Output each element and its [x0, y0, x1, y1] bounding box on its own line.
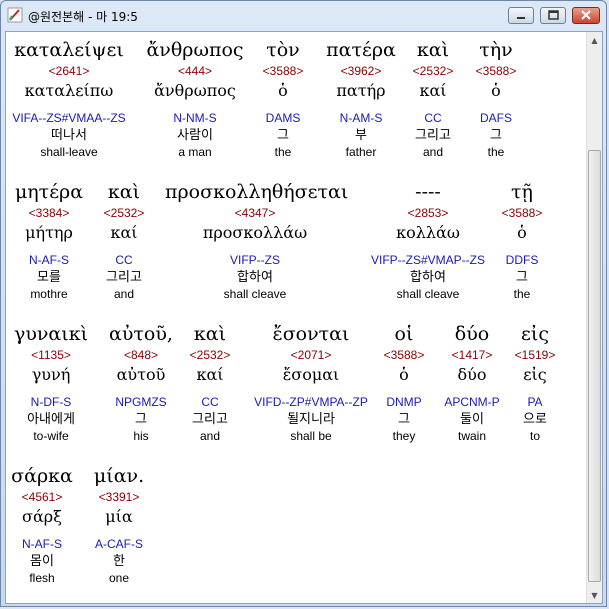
parsing: DAFS	[479, 111, 512, 125]
word-block[interactable]: τῇ <3588> ὁ DDFS 그 the	[432, 180, 602, 301]
greek: προσκολληθήσεται	[165, 181, 349, 203]
scroll-down-arrow-icon[interactable]: ▼	[587, 587, 602, 603]
maximize-icon	[548, 10, 559, 20]
parsing: VIFP--ZS	[230, 253, 280, 267]
close-icon	[581, 10, 591, 20]
parsing: PA	[527, 395, 543, 409]
english-gloss: the	[513, 287, 531, 301]
strong-number: <1519>	[514, 348, 556, 362]
lemma: ὁ	[517, 223, 527, 242]
parsing: A-CAF-S	[95, 537, 143, 551]
strong-number: <3588>	[501, 206, 543, 220]
strong-number: <3391>	[98, 490, 140, 504]
lemma: μία	[105, 507, 133, 526]
english-gloss: one	[108, 571, 130, 585]
minimize-icon	[517, 17, 525, 19]
lemma: εἰς	[523, 365, 547, 384]
lemma: ὁ	[491, 81, 501, 100]
word-block[interactable]: προσκολληθήσεται <4347> προσκολλάω VIFP--ZS…	[165, 180, 349, 301]
app-window: @원전본해 - 마 19:5 καταλείψει <2641> καταλείπω…	[0, 0, 607, 607]
strong-number: <3588>	[475, 64, 517, 78]
english-gloss: the	[487, 145, 505, 159]
korean-gloss: 합하여	[237, 270, 273, 285]
minimize-button[interactable]	[508, 7, 534, 24]
greek: μίαν.	[93, 465, 145, 487]
word-block[interactable]: τὴν <3588> ὁ DAFS 그 the	[406, 38, 586, 159]
greek: εἰς	[521, 323, 549, 345]
interlinear-view[interactable]: καταλείψει <2641> καταλείπω VIFA--ZS#VMAA--…	[5, 31, 603, 604]
interlinear-content: καταλείψει <2641> καταλείπω VIFA--ZS#VMAA--…	[6, 32, 588, 603]
app-icon	[7, 7, 23, 23]
english-gloss: shall cleave	[223, 287, 287, 301]
title-bar[interactable]: @원전본해 - 마 19:5	[1, 1, 606, 31]
window-title: @원전본해 - 마 19:5	[28, 10, 138, 24]
greek: τὴν	[479, 39, 513, 61]
close-button[interactable]	[572, 7, 600, 24]
lemma: προσκολλάω	[202, 223, 308, 242]
scrollbar-thumb[interactable]	[588, 150, 601, 582]
korean-gloss: 그	[490, 128, 502, 143]
parsing: DDFS	[505, 253, 539, 267]
korean-gloss: 그	[516, 270, 528, 285]
greek: τῇ	[511, 181, 533, 203]
word-block[interactable]: εἰς <1519> εἰς PA 으로 to	[445, 322, 602, 443]
vertical-scrollbar[interactable]: ▲ ▼	[586, 32, 602, 603]
strong-number: <4347>	[234, 206, 276, 220]
scroll-up-arrow-icon[interactable]: ▲	[587, 32, 602, 48]
korean-gloss: 한	[113, 554, 125, 569]
word-block[interactable]: μίαν. <3391> μία A-CAF-S 한 one	[29, 464, 209, 585]
maximize-button[interactable]	[540, 7, 566, 24]
korean-gloss: 으로	[523, 412, 547, 427]
english-gloss: to	[529, 429, 540, 443]
